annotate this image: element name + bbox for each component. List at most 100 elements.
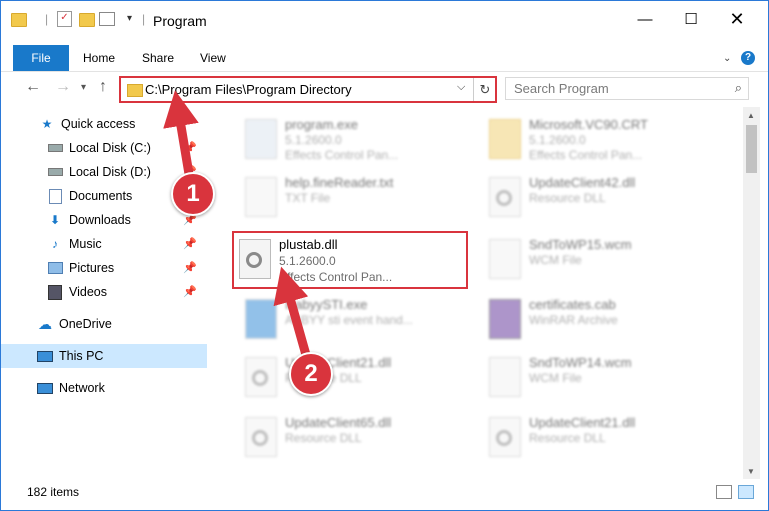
tab-view[interactable]: View <box>200 51 226 65</box>
file-item[interactable]: IsabyySTI.exe ABBYY sti event hand... <box>237 293 467 343</box>
file-version: 5.1.2600.0 <box>285 133 342 147</box>
separator: | <box>45 12 49 26</box>
sidebar-item-label: This PC <box>59 349 104 363</box>
new-folder-icon[interactable] <box>79 13 95 27</box>
ribbon: File Home Share View ⌄ ? <box>1 45 768 72</box>
file-type: WinRAR Archive <box>529 313 618 327</box>
file-name: certificates.cab <box>529 297 616 312</box>
scroll-down-icon[interactable]: ▼ <box>747 467 755 476</box>
target-highlight <box>232 231 468 289</box>
large-icons-view-icon[interactable] <box>738 485 754 499</box>
item-count: 182 items <box>27 485 80 499</box>
sidebar-item-videos[interactable]: Videos 📌 <box>1 280 207 304</box>
sidebar-item-label: Quick access <box>61 117 136 131</box>
sidebar-item-onedrive[interactable]: ☁ OneDrive <box>1 312 207 336</box>
file-description: Effects Control Pan... <box>285 148 399 162</box>
chevron-down-icon[interactable]: ▾ <box>127 13 132 24</box>
pin-icon[interactable]: 📌 <box>183 141 197 154</box>
download-icon: ⬇ <box>49 213 61 227</box>
pin-icon[interactable]: 📌 <box>183 261 197 274</box>
drive-icon <box>47 165 63 179</box>
search-input[interactable]: Search Program <box>514 81 609 96</box>
expand-ribbon-icon[interactable]: ⌄ <box>723 53 731 64</box>
file-item[interactable]: SndToWP14.wcm WCM File <box>481 351 711 401</box>
dll-file-icon <box>245 357 277 397</box>
folder-icon <box>489 119 521 159</box>
search-icon[interactable]: ⌕ <box>735 80 742 96</box>
forward-arrow-icon[interactable]: → <box>55 78 71 96</box>
sidebar-item-label: Videos <box>69 285 107 299</box>
cloud-icon: ☁ <box>38 315 52 332</box>
archive-icon <box>489 299 521 339</box>
file-name: UpdateClient21.dll <box>529 415 636 430</box>
up-arrow-icon[interactable]: ↑ <box>99 78 107 96</box>
sidebar-item-local-disk-c[interactable]: Local Disk (C:) 📌 <box>1 136 207 160</box>
address-bar[interactable]: C:\Program Files\Program Directory ⌵ ↻ <box>119 76 497 103</box>
file-description: Effects Control Pan... <box>529 148 643 162</box>
scroll-up-icon[interactable]: ▲ <box>747 111 755 120</box>
sidebar-item-label: Local Disk (D:) <box>69 165 151 179</box>
customize-icon[interactable] <box>99 12 115 26</box>
sidebar-item-downloads[interactable]: ⬇ Downloads 📌 <box>1 208 207 232</box>
search-box[interactable]: Search Program ⌕ <box>505 77 749 100</box>
chevron-down-icon[interactable]: ⌵ <box>457 81 465 94</box>
pin-icon[interactable]: 📌 <box>183 237 197 250</box>
file-item[interactable]: UpdateClient42.dll Resource DLL <box>481 171 711 221</box>
vertical-scrollbar[interactable]: ▲ ▼ <box>743 107 760 479</box>
file-item[interactable]: Microsoft.VC90.CRT 5.1.2600.0 Effects Co… <box>481 113 711 163</box>
details-view-icon[interactable] <box>716 485 732 499</box>
step-2-badge: 2 <box>289 352 333 396</box>
back-arrow-icon[interactable]: ← <box>25 78 41 96</box>
sidebar-item-label: Downloads <box>69 213 131 227</box>
wcm-file-icon <box>489 239 521 279</box>
file-name: Microsoft.VC90.CRT <box>529 117 648 132</box>
navigation-pane: ★ Quick access Local Disk (C:) 📌 Local D… <box>1 107 207 477</box>
drive-icon <box>47 141 63 155</box>
folder-icon <box>11 13 27 27</box>
wcm-file-icon <box>489 357 521 397</box>
file-name: SndToWP15.wcm <box>529 237 632 252</box>
minimize-button[interactable]: — <box>622 1 668 37</box>
scroll-thumb[interactable] <box>746 125 757 173</box>
file-name: SndToWP14.wcm <box>529 355 632 370</box>
file-type: Resource DLL <box>529 191 606 205</box>
sidebar-item-pictures[interactable]: Pictures 📌 <box>1 256 207 280</box>
maximize-button[interactable]: ☐ <box>668 1 714 37</box>
file-item[interactable]: UpdateClient21.dll Resource DLL <box>237 351 467 401</box>
tab-file[interactable]: File <box>13 45 69 71</box>
network-icon <box>37 381 53 395</box>
tab-home[interactable]: Home <box>83 51 115 65</box>
properties-icon[interactable]: ✓ <box>57 11 72 27</box>
refresh-icon[interactable]: ↻ <box>473 78 496 101</box>
file-name: UpdateClient65.dll <box>285 415 392 430</box>
file-type: Resource DLL <box>285 431 362 445</box>
star-icon: ★ <box>41 117 53 131</box>
sidebar-item-network[interactable]: Network <box>1 376 207 400</box>
sidebar-item-this-pc[interactable]: This PC <box>1 344 207 368</box>
status-bar: 182 items <box>1 481 768 503</box>
sidebar-item-label: Documents <box>69 189 133 203</box>
file-item[interactable]: SndToWP15.wcm WCM File <box>481 233 711 283</box>
file-item[interactable]: certificates.cab WinRAR Archive <box>481 293 711 343</box>
file-item[interactable]: UpdateClient21.dll Resource DLL <box>481 411 711 461</box>
file-item[interactable]: help.fineReader.txt TXT File <box>237 171 467 221</box>
file-type: WCM File <box>529 253 582 267</box>
recent-locations-icon[interactable]: ▾ <box>81 82 86 93</box>
file-name: IsabyySTI.exe <box>285 297 368 312</box>
file-item[interactable]: UpdateClient65.dll Resource DLL <box>237 411 467 461</box>
exe-file-icon <box>245 119 277 159</box>
sidebar-item-music[interactable]: ♪ Music 📌 <box>1 232 207 256</box>
dll-file-icon <box>489 417 521 457</box>
separator: | <box>142 12 146 26</box>
pin-icon[interactable]: 📌 <box>183 285 197 298</box>
file-list: program.exe 5.1.2600.0 Effects Control P… <box>207 107 743 477</box>
close-button[interactable]: ✕ <box>714 1 760 37</box>
sidebar-item-quick-access[interactable]: ★ Quick access <box>1 112 207 136</box>
file-name: help.fineReader.txt <box>285 175 394 190</box>
file-name: program.exe <box>285 117 358 132</box>
address-path[interactable]: C:\Program Files\Program Directory <box>145 82 352 97</box>
file-item[interactable]: program.exe 5.1.2600.0 Effects Control P… <box>237 113 467 163</box>
tab-share[interactable]: Share <box>142 51 174 65</box>
help-icon[interactable]: ? <box>741 51 755 65</box>
computer-icon <box>37 349 53 363</box>
